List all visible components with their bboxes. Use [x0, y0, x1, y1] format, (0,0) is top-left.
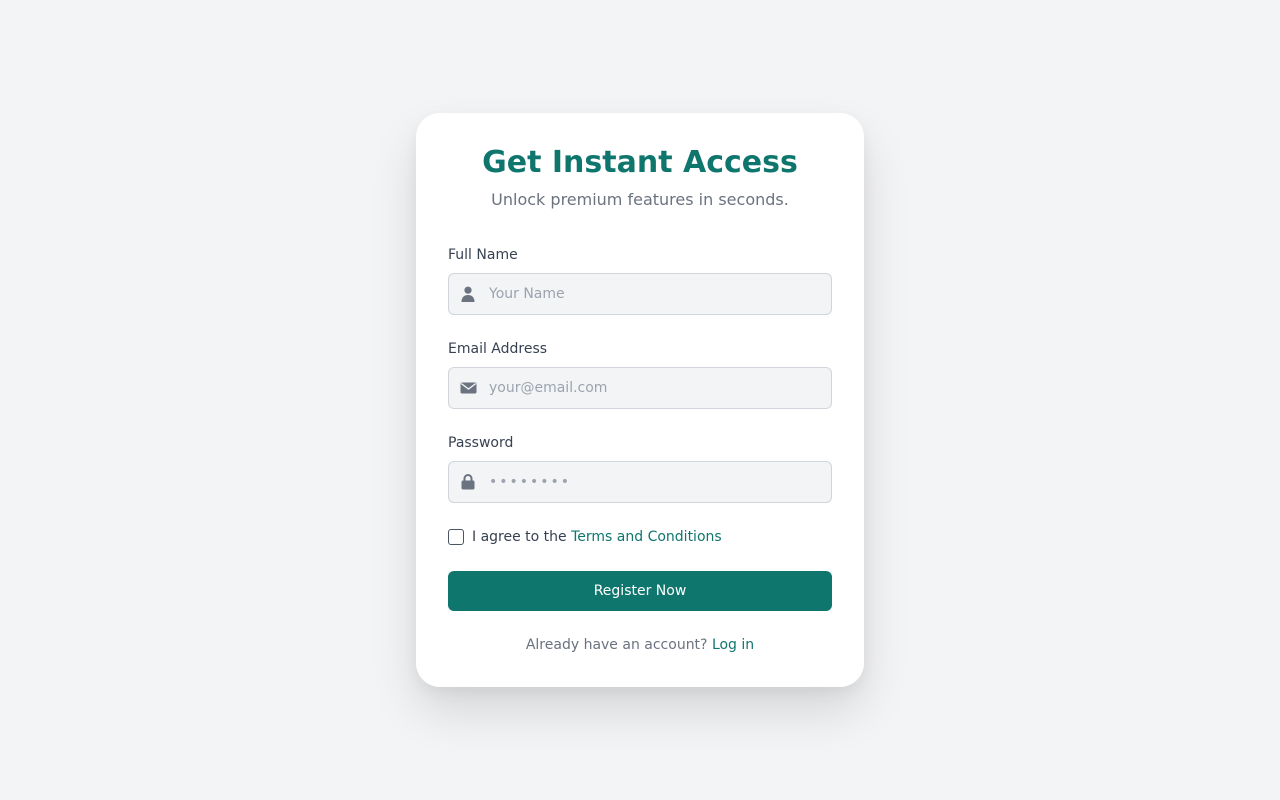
email-label: Email Address [448, 341, 548, 357]
login-prompt-row: Already have an account? Log in [416, 636, 864, 654]
register-button[interactable]: Register Now [448, 571, 832, 611]
email-input[interactable] [489, 368, 819, 408]
lock-icon [460, 473, 476, 490]
page-title: Get Instant Access [482, 145, 798, 180]
password-field[interactable] [448, 461, 832, 503]
page-subtitle: Unlock premium features in seconds. [491, 190, 789, 209]
email-field[interactable] [448, 367, 832, 409]
register-card: Get Instant Access Unlock premium featur… [416, 113, 864, 687]
full-name-field[interactable] [448, 273, 832, 315]
full-name-label: Full Name [448, 247, 518, 263]
page-background: Get Instant Access Unlock premium featur… [0, 0, 1280, 800]
envelope-icon [460, 380, 477, 396]
password-label: Password [448, 435, 514, 451]
terms-checkbox[interactable] [448, 529, 464, 545]
password-input[interactable] [489, 462, 819, 502]
full-name-input[interactable] [489, 274, 819, 314]
login-prompt-text: Already have an account? [525, 637, 712, 653]
terms-row: I agree to the Terms and Conditions [448, 528, 722, 546]
terms-link[interactable]: Terms and Conditions [571, 529, 722, 545]
login-link[interactable]: Log in [712, 637, 754, 653]
user-icon [460, 286, 476, 302]
terms-prefix: I agree to the [472, 529, 572, 545]
